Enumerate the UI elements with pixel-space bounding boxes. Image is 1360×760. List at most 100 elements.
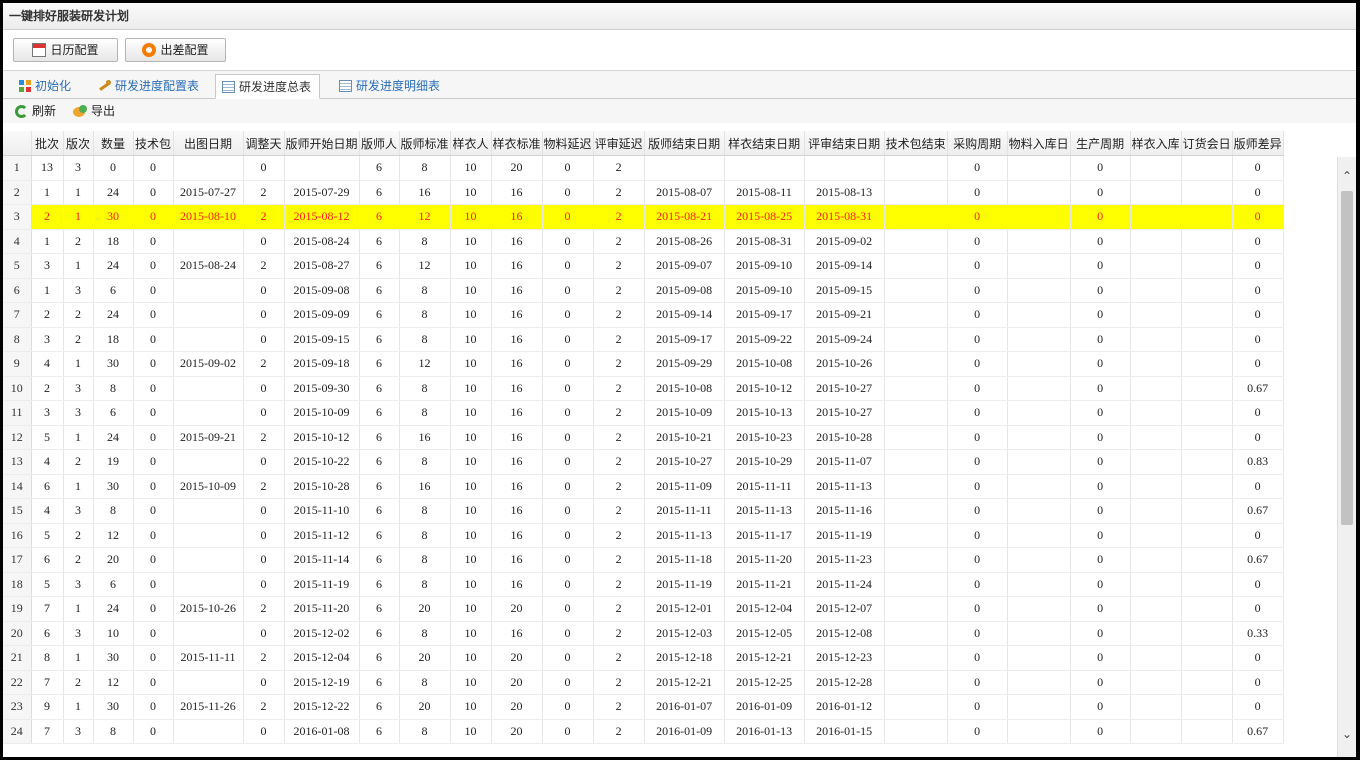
table-row[interactable]: 20 6 3 10 0 0 2015-12-02 6 8 10 16 0 2 2015-12-03 2015… [3,621,1284,646]
table-cell: 0 [1070,204,1131,230]
row-number: 18 [3,572,32,597]
table-row[interactable]: 7 2 2 24 0 0 2015-09-09 6 8 10 16 0 2 2015-09-14 2015-… [3,302,1284,328]
table-cell: 2 [593,327,645,352]
table-cell: 0.67 [1232,498,1284,524]
table-row[interactable]: 4 1 2 18 0 0 2015-08-24 6 8 10 16 0 2 2015-08-26 2015-… [3,229,1284,254]
column-header[interactable]: 物料入库日 [1007,131,1071,156]
table-cell [1130,351,1182,377]
table-cell: 0 [1232,400,1284,426]
table-row[interactable]: 9 4 1 30 0 2015-09-02 2 2015-09-18 6 12 10 16 0 2 2015… [3,351,1284,377]
table-cell: 2 [593,253,645,279]
table-cell: 10 [450,425,492,450]
table-cell: 2015-08-11 [724,180,805,205]
calendar-config-button[interactable]: 日历配置 [13,38,118,62]
column-header[interactable]: 样衣入库 [1130,131,1182,156]
column-header[interactable]: 版师开始日期 [284,131,360,156]
travel-config-button[interactable]: 出差配置 [125,38,226,62]
table-cell: 2015-10-12 [284,425,360,450]
table-row[interactable]: 16 5 2 12 0 0 2015-11-12 6 8 10 16 0 2 2015-11-13 2015… [3,523,1284,548]
table-cell [1181,425,1233,450]
table-cell: 2015-12-22 [284,694,360,720]
table-cell: 2015-12-23 [804,645,885,671]
column-header[interactable]: 评审结束日期 [804,131,885,156]
vertical-scrollbar[interactable]: ⌃ ⌄ [1337,157,1356,757]
tab-progress-detail[interactable]: 研发进度明细表 [333,74,448,98]
table-row[interactable]: 19 7 1 24 0 2015-10-26 2 2015-11-20 6 20 10 20 0 2 201… [3,596,1284,622]
table-cell: 4 [31,351,64,377]
table-cell: 0 [133,449,174,475]
column-header[interactable]: 物料延迟 [542,131,594,156]
refresh-button[interactable]: 刷新 [15,102,56,120]
column-header[interactable]: 技术包结束 [884,131,948,156]
tab-init[interactable]: 初始化 [13,74,79,98]
row-number: 6 [3,278,32,303]
table-row[interactable]: 11 3 3 6 0 0 2015-10-09 6 8 10 16 0 2 2015-10-09 2015-… [3,400,1284,426]
column-header[interactable]: 版师人 [359,131,400,156]
column-header[interactable]: 评审延迟 [593,131,645,156]
table-cell: 0 [542,719,594,744]
table-row[interactable]: 23 9 1 30 0 2015-11-26 2 2015-12-22 6 20 10 20 0 2 201… [3,694,1284,720]
table-row[interactable]: 21 8 1 30 0 2015-11-11 2 2015-12-04 6 20 10 20 0 2 201… [3,645,1284,671]
table-cell: 2 [63,670,94,695]
row-number: 11 [3,400,32,426]
table-cell: 6 [359,253,400,279]
table-cell: 2015-08-24 [173,253,244,279]
table-row[interactable]: 2 1 1 24 0 2015-07-27 2 2015-07-29 6 16 10 16 0 2 2015… [3,180,1284,205]
table-cell: 2015-10-22 [284,449,360,475]
column-header[interactable]: 订货会日 [1181,131,1233,156]
column-header[interactable]: 版师标准 [399,131,451,156]
table-row[interactable]: 13 4 2 19 0 0 2015-10-22 6 8 10 16 0 2 2015-10-27 2015… [3,449,1284,475]
scroll-up-icon[interactable]: ⌃ [1342,170,1352,182]
column-header[interactable]: 版次 [63,131,94,156]
table-row[interactable]: 6 1 3 6 0 0 2015-09-08 6 8 10 16 0 2 2015-09-08 2015-0… [3,278,1284,303]
tab-progress-config[interactable]: 研发进度配置表 [91,74,207,98]
table-cell: 0 [542,498,594,524]
table-cell: 0 [1232,278,1284,303]
table-cell [1007,327,1071,352]
row-number: 21 [3,645,32,671]
table-row[interactable]: 1 13 3 0 0 0 6 8 10 20 0 2 0 0 0 [3,155,1284,181]
table-row[interactable]: 10 2 3 8 0 0 2015-09-30 6 8 10 16 0 2 2015-10-08 2015-… [3,376,1284,401]
table-cell [1130,302,1182,328]
table-row[interactable]: 17 6 2 20 0 0 2015-11-14 6 8 10 16 0 2 2015-11-18 2015… [3,547,1284,573]
table-cell: 0 [542,572,594,597]
table-cell: 10 [450,180,492,205]
table-row[interactable]: 18 5 3 6 0 0 2015-11-19 6 8 10 16 0 2 2015-11-19 2015-… [3,572,1284,597]
table-row[interactable]: 3 2 1 30 0 2015-08-10 2 2015-08-12 6 12 10 16 0 2 2015… [3,204,1284,230]
export-button[interactable]: 导出 [73,102,115,120]
column-header[interactable]: 出图日期 [173,131,244,156]
table-cell: 4 [31,449,64,475]
column-header[interactable]: 版师差异 [1232,131,1284,156]
table-cell [284,155,360,181]
column-header[interactable]: 批次 [31,131,64,156]
tab-progress-summary[interactable]: 研发进度总表 [215,74,321,99]
table-row[interactable]: 14 6 1 30 0 2015-10-09 2 2015-10-28 6 16 10 16 0 2 201… [3,474,1284,499]
table-row[interactable]: 15 4 3 8 0 0 2015-11-10 6 8 10 16 0 2 2015-11-11 2015-… [3,498,1284,524]
column-header[interactable]: 调整天 [243,131,285,156]
refresh-label: 刷新 [32,104,57,118]
column-header[interactable]: 样衣人 [450,131,492,156]
column-header[interactable]: 样衣结束日期 [724,131,805,156]
column-header[interactable]: 样衣标准 [491,131,543,156]
table-cell: 0 [133,327,174,352]
column-header[interactable]: 版师结束日期 [644,131,725,156]
table-cell: 2015-12-08 [804,621,885,646]
table-cell: 8 [399,302,451,328]
table-cell [884,474,948,499]
table-cell: 0 [243,376,285,401]
table-cell [1130,425,1182,450]
table-cell: 0 [542,180,594,205]
table-row[interactable]: 24 7 3 8 0 0 2016-01-08 6 8 10 20 0 2 2016-01-09 2016-… [3,719,1284,744]
column-header[interactable]: 技术包 [133,131,174,156]
column-header[interactable]: 采购周期 [947,131,1008,156]
column-header[interactable]: 生产周期 [1070,131,1131,156]
column-header[interactable]: 数量 [93,131,134,156]
table-row[interactable]: 5 3 1 24 0 2015-08-24 2 2015-08-27 6 12 10 16 0 2 2015… [3,253,1284,279]
table-cell: 6 [359,155,400,181]
table-row[interactable]: 22 7 2 12 0 0 2015-12-19 6 8 10 20 0 2 2015-12-21 2015… [3,670,1284,695]
table-row[interactable]: 12 5 1 24 0 2015-09-21 2 2015-10-12 6 16 10 16 0 2 201… [3,425,1284,450]
table-row[interactable]: 8 3 2 18 0 0 2015-09-15 6 8 10 16 0 2 2015-09-17 2015-… [3,327,1284,352]
scroll-down-icon[interactable]: ⌄ [1342,728,1352,740]
scrollbar-thumb[interactable] [1341,191,1353,525]
table-cell: 2015-09-15 [284,327,360,352]
